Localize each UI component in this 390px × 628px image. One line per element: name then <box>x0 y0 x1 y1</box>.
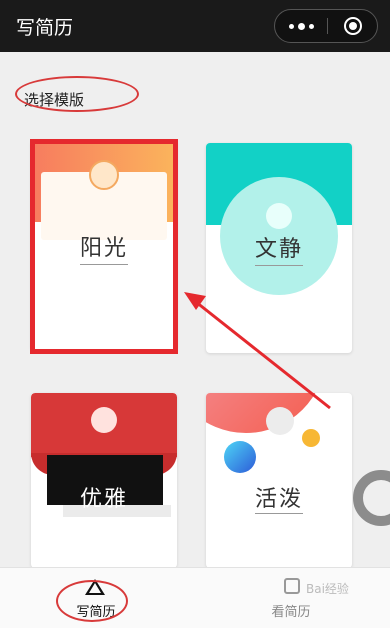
arrow-shaft <box>195 300 331 410</box>
annotation-oval-tab <box>56 580 128 622</box>
document-icon[interactable] <box>284 578 300 594</box>
watermark: Bai经验 <box>306 582 349 596</box>
tab-view-resume[interactable]: 看简历 <box>266 601 316 620</box>
annotation-arrow <box>184 292 331 410</box>
